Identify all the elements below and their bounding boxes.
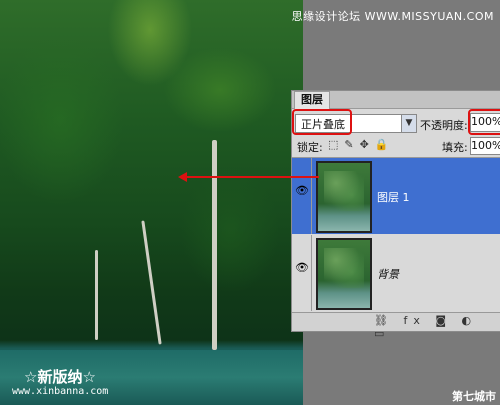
- panel-tabbar: 图层: [292, 91, 500, 109]
- eye-icon[interactable]: 👁: [295, 261, 309, 275]
- layer-name[interactable]: 背景: [377, 266, 399, 282]
- site-logo-2: 第七城市: [452, 390, 496, 403]
- fill-label: 填充:: [442, 141, 468, 154]
- annotation-arrow: [185, 176, 303, 178]
- blend-mode-highlight: [292, 109, 352, 135]
- layer-thumbnail[interactable]: [316, 161, 372, 233]
- site-logo: ☆新版纳☆: [24, 368, 96, 386]
- site-url: www.xinbanna.com: [12, 386, 109, 397]
- layer-row-background[interactable]: 👁 背景: [292, 235, 500, 311]
- tree-trunk: [95, 250, 98, 340]
- tab-layers[interactable]: 图层: [294, 91, 330, 109]
- lock-fill-row: 锁定: ⬚✎✥🔒 填充: 100%: [292, 137, 500, 158]
- arrowhead-icon: [178, 172, 187, 182]
- layer-thumbnail[interactable]: [316, 238, 372, 310]
- layer-row-1[interactable]: 👁 图层 1: [292, 158, 500, 234]
- chevron-down-icon[interactable]: ▼: [401, 115, 416, 132]
- annotation-arrow: [303, 176, 319, 178]
- tree-trunk: [212, 140, 217, 350]
- fill-field[interactable]: 100%: [470, 137, 500, 155]
- divider: [311, 235, 312, 311]
- watermark: 思缘设计论坛 WWW.MISSYUAN.COM: [291, 10, 494, 23]
- lock-label: 锁定:: [297, 141, 323, 154]
- lock-icons[interactable]: ⬚✎✥🔒: [328, 138, 395, 151]
- forest-photo: [0, 0, 303, 405]
- divider: [311, 158, 312, 234]
- eye-icon[interactable]: 👁: [295, 184, 309, 198]
- opacity-label: 不透明度:: [420, 119, 468, 132]
- panel-bottom-toolbar: ⛓ fx ◙ ◐ ▭: [292, 312, 500, 340]
- layers-panel[interactable]: 图层 正片叠底 ▼ 不透明度: 100% 锁定: ⬚✎✥🔒 填充: 100% 👁…: [291, 90, 500, 340]
- tree-trunk: [141, 220, 162, 345]
- toolbar-icons[interactable]: ⛓ fx ◙ ◐ ▭: [374, 314, 500, 340]
- layer-name[interactable]: 图层 1: [377, 189, 410, 205]
- opacity-highlight: [468, 109, 500, 135]
